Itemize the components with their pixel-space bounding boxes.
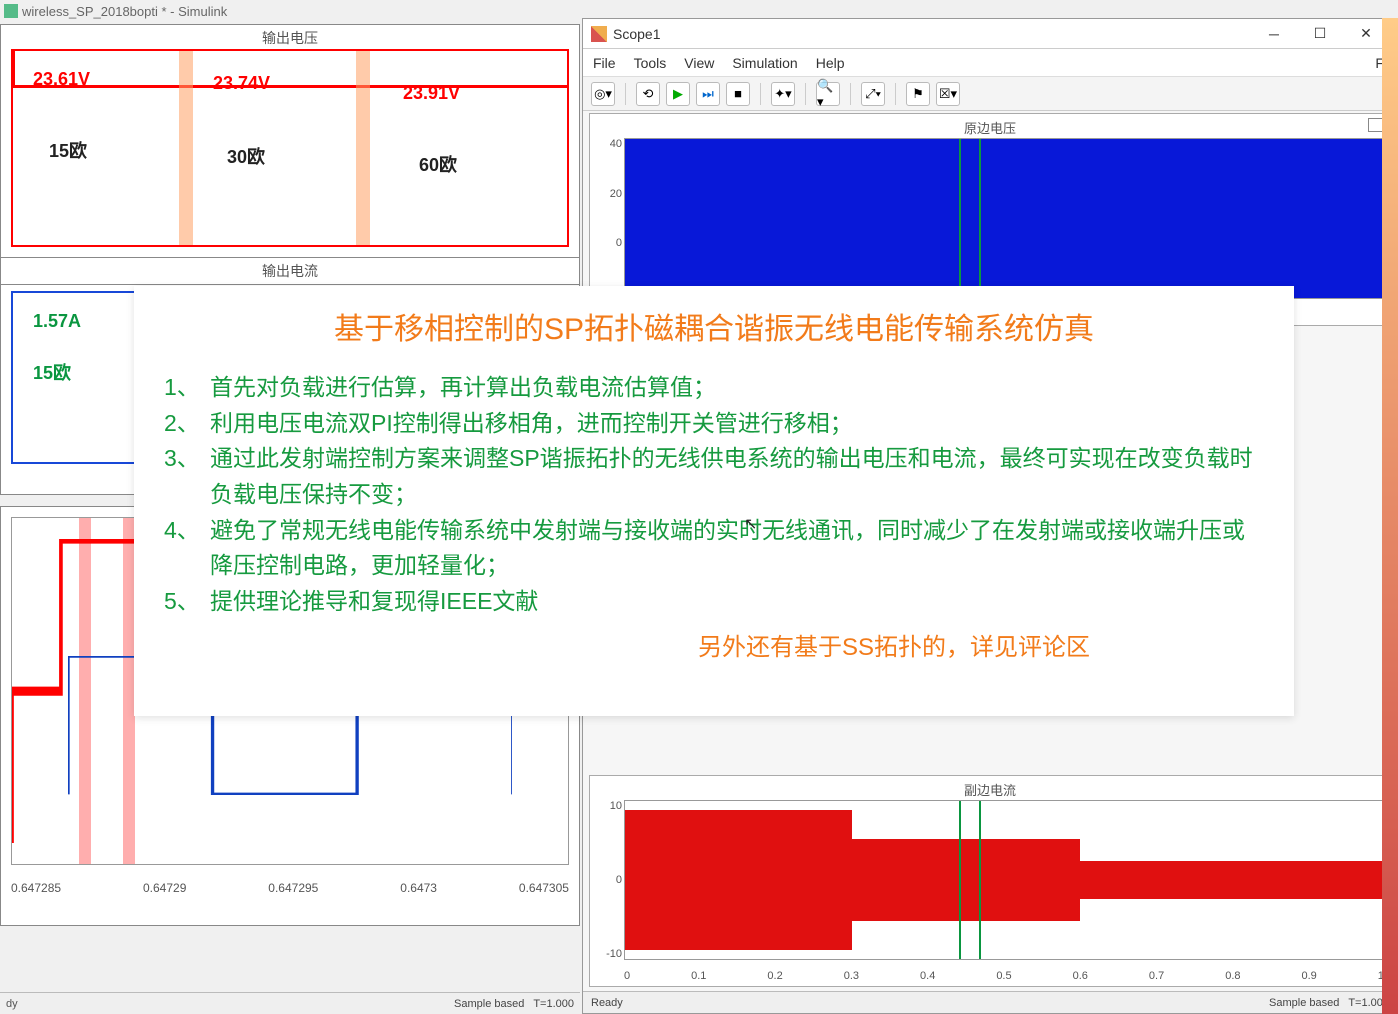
overlay-footnote: 另外还有基于SS拓扑的，详见评论区 [164, 627, 1264, 662]
status-sample: Sample based [1269, 997, 1339, 1009]
status-ready: dy [6, 998, 18, 1010]
zoom-region[interactable] [959, 138, 982, 299]
autoscale-icon[interactable]: ⤢▾ [861, 82, 885, 106]
side-window-sliver [1382, 18, 1398, 1014]
status-time: T=1.000 [533, 998, 574, 1010]
output-current-title: 输出电流 [0, 258, 580, 285]
y-axis: 100-10 [594, 800, 622, 961]
plot-title: 原边电压 [590, 114, 1390, 141]
title-bar[interactable]: Scope1 ─ ☐ ✕ [583, 19, 1397, 49]
description-overlay: 基于移相控制的SP拓扑磁耦合谐振无线电能传输系统仿真 1、首先对负载进行估算，再… [134, 286, 1294, 716]
measure-icon[interactable]: ☒▾ [936, 82, 960, 106]
config-icon[interactable]: ◎▾ [591, 82, 615, 106]
x-axis: 00.10.20.30.40.50.60.70.80.91 [624, 970, 1384, 982]
output-voltage-plot[interactable]: 输出电压 23.61V 23.74V 23.91V 15欧 30欧 60欧 [0, 24, 580, 258]
minimize-button[interactable]: ─ [1251, 20, 1297, 48]
amp-label: 1.57A [33, 311, 81, 332]
ohm-label-2: 30欧 [227, 143, 265, 169]
simulink-window-title: wireless_SP_2018bopti * - Simulink [22, 4, 227, 19]
overlay-list: 1、首先对负载进行估算，再计算出负载电流估算值； 2、利用电压电流双PI控制得出… [164, 370, 1264, 619]
window-title: Scope1 [613, 26, 1251, 42]
secondary-current-plot[interactable]: 副边电流 100-10 00.10.20.30.40.50.60.70.80.9… [589, 775, 1391, 988]
ohm-label-1: 15欧 [49, 137, 87, 163]
plot-area[interactable]: 23.61V 23.74V 23.91V 15欧 30欧 60欧 [11, 49, 569, 247]
menu-simulation[interactable]: Simulation [732, 55, 797, 71]
plot-title: 输出电压 [1, 25, 579, 51]
play-icon[interactable]: ▶ [666, 82, 690, 106]
volt-label-1: 23.61V [33, 69, 90, 90]
status-sample: Sample based [454, 998, 524, 1010]
zoom-region[interactable] [959, 800, 982, 961]
cursor-icon[interactable]: ⚑ [906, 82, 930, 106]
y-axis: 40200-20 [594, 138, 622, 299]
mouse-cursor-icon: ↖ [744, 514, 757, 534]
left-status-bar: dy Sample based T=1.000 [0, 992, 580, 1014]
highlight-icon[interactable]: ✦▾ [771, 82, 795, 106]
simulink-icon [4, 4, 18, 18]
step-icon[interactable]: ⏭ [696, 82, 720, 106]
zoom-icon[interactable]: 🔍▾ [816, 82, 840, 106]
ohm-label: 15欧 [33, 359, 71, 385]
menu-bar: File Tools View Simulation Help Fi [583, 49, 1397, 77]
matlab-icon [591, 26, 607, 42]
restart-icon[interactable]: ⟲ [636, 82, 660, 106]
status-ready: Ready [591, 997, 623, 1009]
overlay-title: 基于移相控制的SP拓扑磁耦合谐振无线电能传输系统仿真 [164, 304, 1264, 348]
ohm-label-3: 60欧 [419, 151, 457, 177]
stop-icon[interactable]: ■ [726, 82, 750, 106]
volt-label-3: 23.91V [403, 83, 460, 104]
toolbar: ◎▾ ⟲ ▶ ⏭ ■ ✦▾ 🔍▾ ⤢▾ ⚑ ☒▾ [583, 77, 1397, 111]
volt-label-2: 23.74V [213, 73, 270, 94]
plot-title: 副边电流 [590, 776, 1390, 803]
red-edge-trace [12, 539, 134, 843]
menu-tools[interactable]: Tools [634, 55, 667, 71]
x-axis: 0.647285 0.64729 0.647295 0.6473 0.64730… [11, 881, 569, 895]
menu-file[interactable]: File [593, 55, 616, 71]
menu-view[interactable]: View [684, 55, 714, 71]
scope-status-bar: Ready Sample based T=1.000 [583, 991, 1397, 1013]
menu-help[interactable]: Help [816, 55, 845, 71]
maximize-button[interactable]: ☐ [1297, 20, 1343, 48]
